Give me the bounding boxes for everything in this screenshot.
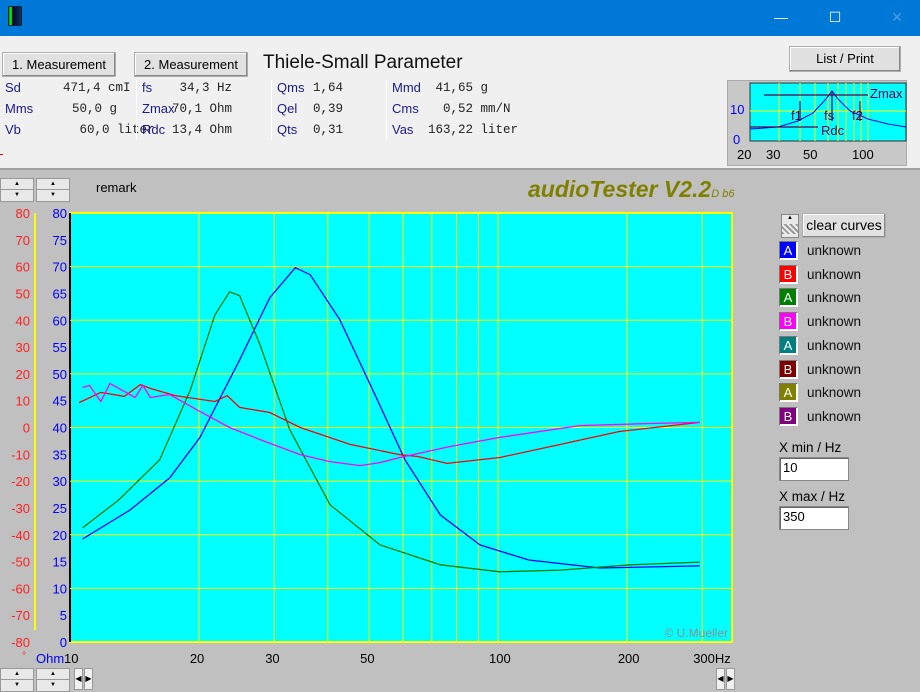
scroll-left-button[interactable]: ◀ <box>74 668 83 690</box>
y-tick-ohm: 70 <box>53 260 67 275</box>
legend-color-button[interactable]: B <box>780 265 798 284</box>
legend-label: unknown <box>807 290 862 306</box>
brand-subtext: D b6 <box>711 188 735 200</box>
y-tick-ohm: 45 <box>53 394 67 409</box>
y-tick-phase: -30 <box>11 501 30 516</box>
legend-label: unknown <box>807 314 862 330</box>
y-tick-ohm: 10 <box>53 581 67 596</box>
x-tick: 50 <box>360 651 374 666</box>
x-tick: 30 <box>265 651 279 666</box>
xmax-input[interactable]: 350 <box>779 506 849 530</box>
ohm-unit: Ohm <box>36 651 64 666</box>
y-tick-ohm: 40 <box>53 421 67 436</box>
y-tick-ohm: 5 <box>60 608 67 623</box>
y-tick-ohm: 80 <box>53 206 67 221</box>
y-tick-ohm: 35 <box>53 447 67 462</box>
y-tick-phase: 10 <box>16 394 30 409</box>
y-tick-phase: 20 <box>16 367 30 382</box>
legend-color-button[interactable]: A <box>780 384 798 403</box>
legend-label: unknown <box>807 243 862 258</box>
y-tick-phase: -20 <box>11 474 30 489</box>
clear-curves-button[interactable]: clear curves <box>802 213 886 238</box>
remark-label: remark <box>96 180 137 195</box>
legend-label: unknown <box>807 361 862 377</box>
y-tick-ohm: 60 <box>53 313 67 328</box>
legend-color-button[interactable]: A <box>780 289 798 308</box>
y-tick-ohm: 0 <box>60 635 67 650</box>
xmax-label: X max / Hz <box>779 489 846 504</box>
y-tick-ohm: 15 <box>53 555 67 570</box>
ohm-scale-spinner[interactable]: ▲ ▼ <box>36 178 70 202</box>
y-tick-ohm: 75 <box>53 233 67 248</box>
legend-label: unknown <box>807 337 862 353</box>
x-tick: 10 <box>64 651 78 666</box>
bottom-spinner-1[interactable]: ▲ ▼ <box>0 668 34 692</box>
legend-color-button[interactable]: A <box>780 336 798 355</box>
y-tick-phase: -60 <box>11 581 30 596</box>
y-tick-phase: 80 <box>16 206 30 221</box>
legend-color-button[interactable]: B <box>780 407 798 426</box>
y-tick-phase: 60 <box>16 260 30 275</box>
phase-scale-spinner[interactable]: ▲ ▼ <box>0 178 34 202</box>
xmin-input[interactable]: 10 <box>779 457 849 481</box>
x-tick: 300Hz <box>693 651 731 666</box>
y-tick-ohm: 65 <box>53 286 67 301</box>
y-tick-phase: -10 <box>11 447 30 462</box>
bottom-spinner-2[interactable]: ▲ ▼ <box>36 668 70 692</box>
scroll-right-button-right[interactable]: ▶ <box>726 668 735 690</box>
legend-label: unknown <box>807 408 862 424</box>
legend-label: unknown <box>807 385 862 401</box>
copyright: © U.Mueller <box>664 626 728 640</box>
brand-text: audioTester V2.2 <box>528 176 712 202</box>
brand-logo: audioTester V2.2D b6 <box>528 176 734 203</box>
phase-unit: ° <box>22 651 26 662</box>
x-tick: 20 <box>190 651 204 666</box>
y-tick-phase: 40 <box>16 313 30 328</box>
legend-color-button[interactable]: B <box>780 360 798 379</box>
legend-scroll-spinner[interactable]: ▲ <box>781 214 799 238</box>
legend-label: unknown <box>807 266 862 282</box>
y-tick-phase: -50 <box>11 555 30 570</box>
y-tick-phase: -70 <box>11 608 30 623</box>
scroll-right-button[interactable]: ▶ <box>84 668 93 690</box>
legend-color-button[interactable]: B <box>780 313 798 332</box>
x-tick: 100 <box>489 651 511 666</box>
y-tick-ohm: 20 <box>53 528 67 543</box>
y-tick-phase: -80 <box>11 635 30 650</box>
y-tick-ohm: 55 <box>53 340 67 355</box>
y-tick-phase: -40 <box>11 528 30 543</box>
y-tick-ohm: 25 <box>53 501 67 516</box>
scroll-left-button-right[interactable]: ◀ <box>716 668 725 690</box>
y-tick-ohm: 50 <box>53 367 67 382</box>
y-tick-phase: 70 <box>16 233 30 248</box>
xmin-label: X min / Hz <box>779 440 842 455</box>
y-tick-ohm: 30 <box>53 474 67 489</box>
y-tick-phase: 0 <box>23 421 30 436</box>
legend-color-button[interactable]: A <box>780 242 798 260</box>
x-tick: 200 <box>618 651 640 666</box>
y-tick-phase: 50 <box>16 286 30 301</box>
y-tick-phase: 30 <box>16 340 30 355</box>
